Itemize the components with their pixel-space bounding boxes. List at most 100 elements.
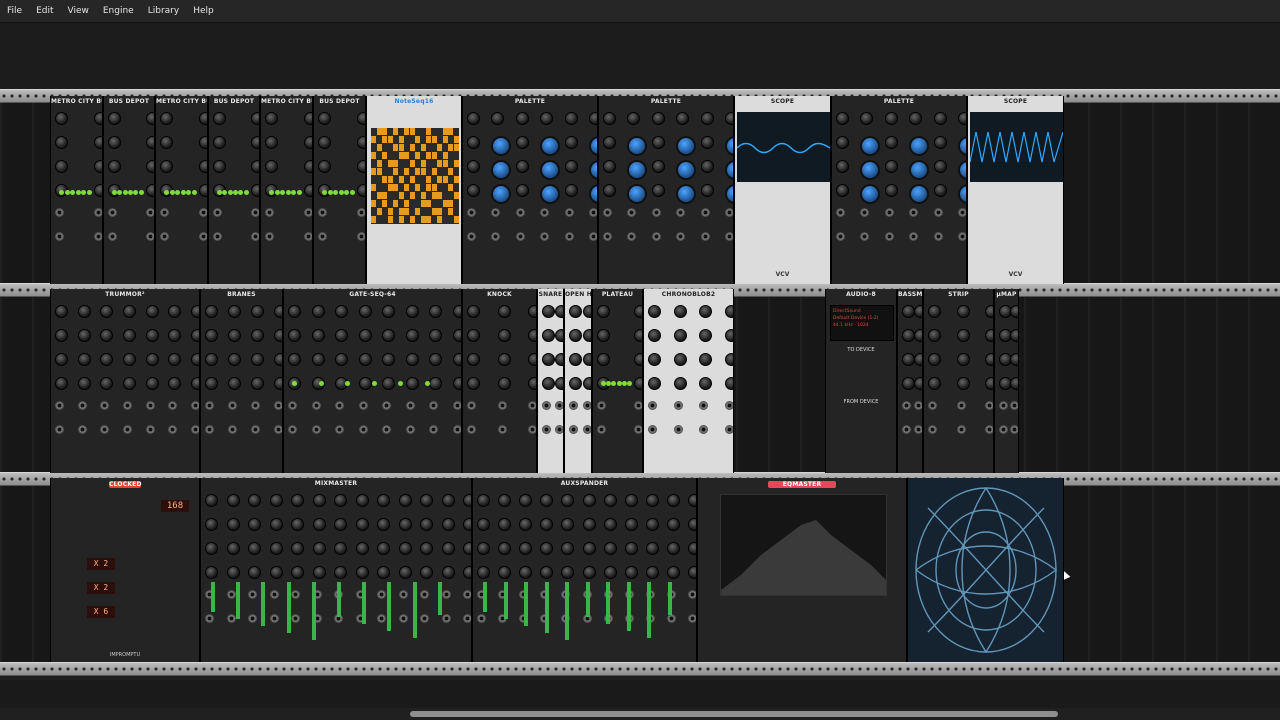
patch-jack[interactable] (55, 425, 64, 434)
knob[interactable] (205, 566, 218, 579)
knob[interactable] (673, 353, 687, 366)
knob[interactable] (382, 305, 396, 318)
patch-jack[interactable] (884, 208, 894, 217)
knob[interactable] (226, 518, 240, 531)
knob[interactable] (860, 136, 881, 156)
patch-jack[interactable] (648, 401, 657, 410)
knob[interactable] (335, 353, 349, 366)
knob[interactable] (624, 494, 638, 507)
noteseq-cell[interactable] (426, 128, 431, 135)
noteseq-cell[interactable] (398, 192, 404, 199)
menu-view[interactable]: View (61, 6, 96, 16)
knob[interactable] (884, 184, 898, 197)
patch-jack[interactable] (540, 208, 550, 217)
knob[interactable] (228, 377, 241, 390)
patch-jack[interactable] (528, 401, 536, 410)
knob[interactable] (467, 305, 480, 318)
knob[interactable] (251, 184, 259, 197)
noteseq-grid[interactable] (371, 128, 459, 224)
knob[interactable] (564, 112, 578, 125)
patch-jack[interactable] (251, 208, 259, 217)
noteseq-cell[interactable] (387, 216, 393, 223)
knob[interactable] (583, 377, 591, 390)
knob[interactable] (274, 353, 282, 366)
patch-jack[interactable] (145, 401, 155, 410)
knob[interactable] (928, 329, 941, 342)
knob[interactable] (540, 566, 554, 579)
patch-jack[interactable] (634, 401, 642, 410)
patch-jack[interactable] (248, 614, 257, 623)
fader[interactable] (503, 582, 508, 619)
fader[interactable] (412, 582, 417, 638)
knob[interactable] (55, 329, 68, 342)
patch-jack[interactable] (248, 590, 257, 599)
knob[interactable] (928, 377, 941, 390)
knob[interactable] (108, 112, 121, 125)
knob[interactable] (213, 160, 226, 173)
patch-jack[interactable] (377, 590, 386, 599)
patch-jack[interactable] (304, 232, 312, 241)
knob[interactable] (956, 377, 970, 390)
patch-jack[interactable] (199, 208, 207, 217)
knob[interactable] (55, 353, 68, 366)
knob[interactable] (688, 494, 696, 507)
noteseq-cell[interactable] (426, 200, 431, 207)
patch-jack[interactable] (405, 425, 415, 434)
knob[interactable] (145, 353, 159, 366)
knob[interactable] (108, 160, 121, 173)
knob[interactable] (569, 377, 582, 390)
menu-file[interactable]: File (0, 6, 29, 16)
knob[interactable] (540, 136, 561, 156)
knob[interactable] (528, 305, 536, 318)
patch-jack[interactable] (540, 232, 550, 241)
patch-jack[interactable] (146, 208, 154, 217)
knob[interactable] (914, 329, 922, 342)
noteseq-cell[interactable] (398, 144, 404, 151)
noteseq-cell[interactable] (448, 128, 453, 135)
noteseq-cell[interactable] (448, 184, 453, 191)
knob[interactable] (213, 112, 226, 125)
module-open-hi-hats[interactable]: OPEN HI HATS (564, 289, 592, 473)
knob[interactable] (540, 184, 561, 204)
noteseq-cell[interactable] (426, 152, 431, 159)
knob[interactable] (160, 112, 173, 125)
noteseq-cell[interactable] (409, 176, 415, 183)
knob[interactable] (318, 112, 331, 125)
knob[interactable] (985, 353, 993, 366)
patch-jack[interactable] (467, 208, 476, 217)
knob[interactable] (77, 329, 91, 342)
knob[interactable] (519, 542, 533, 555)
patch-jack[interactable] (564, 232, 574, 241)
knob[interactable] (676, 112, 690, 125)
noteseq-cell[interactable] (404, 152, 409, 159)
knob[interactable] (688, 518, 696, 531)
knob[interactable] (291, 518, 304, 531)
patch-jack[interactable] (627, 208, 637, 217)
knob[interactable] (94, 112, 102, 125)
knob[interactable] (519, 494, 533, 507)
patch-jack[interactable] (77, 401, 87, 410)
patch-jack[interactable] (673, 425, 683, 434)
knob[interactable] (357, 160, 365, 173)
patch-jack[interactable] (933, 208, 943, 217)
knob[interactable] (405, 353, 419, 366)
knob[interactable] (274, 329, 282, 342)
knob[interactable] (382, 329, 396, 342)
noteseq-cell[interactable] (442, 128, 448, 135)
noteseq-cell[interactable] (420, 168, 426, 175)
patch-jack[interactable] (902, 401, 911, 410)
knob[interactable] (94, 136, 102, 149)
knob[interactable] (405, 377, 419, 390)
knob[interactable] (699, 305, 713, 318)
fader[interactable] (311, 582, 316, 640)
knob[interactable] (958, 112, 966, 125)
noteseq-cell[interactable] (404, 208, 409, 215)
knob[interactable] (358, 305, 372, 318)
module-bus-depot[interactable]: BUS DEPOT (103, 96, 155, 284)
patch-jack[interactable] (213, 208, 222, 217)
knob[interactable] (55, 377, 68, 390)
fader[interactable] (261, 582, 266, 626)
knob[interactable] (627, 184, 648, 204)
knob[interactable] (467, 112, 480, 125)
noteseq-cell[interactable] (420, 200, 426, 207)
